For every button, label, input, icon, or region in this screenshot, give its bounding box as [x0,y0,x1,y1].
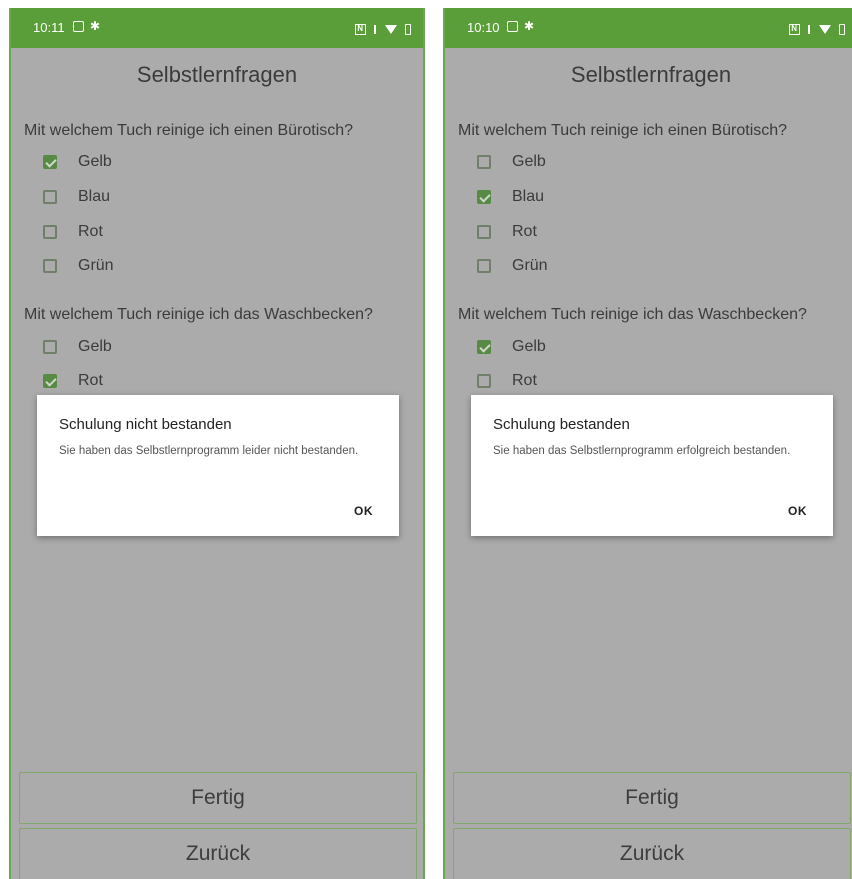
option-label: Grün [78,257,114,274]
checkbox[interactable] [477,340,491,354]
result-dialog: Schulung nicht bestanden Sie haben das S… [37,395,399,536]
phone-screen-passed: 10:10 ✱ N Selbstlernfragen Mit welchem T… [443,8,852,879]
option-label: Rot [78,372,103,389]
q1-option-rot[interactable]: Rot [43,220,103,244]
option-label: Blau [78,188,111,205]
question-2: Mit welchem Tuch reinige ich das Waschbe… [24,306,373,323]
checkbox[interactable] [43,225,57,239]
checkbox[interactable] [477,190,491,204]
alert-icon [374,25,377,35]
done-button[interactable]: Fertig [453,772,851,824]
result-dialog: Schulung bestanden Sie haben das Selbstl… [471,395,833,536]
back-button[interactable]: Zurück [19,828,417,879]
question-1: Mit welchem Tuch reinige ich einen Bürot… [458,122,788,139]
wifi-icon [818,25,831,35]
checkbox[interactable] [43,340,57,354]
option-label: Gelb [512,153,546,170]
calendar-icon [507,21,518,32]
q1-option-rot[interactable]: Rot [477,220,537,244]
status-time: 10:10 [467,20,500,35]
done-button[interactable]: Fertig [19,772,417,824]
q2-option-gelb[interactable]: Gelb [43,335,112,359]
dialog-title: Schulung bestanden [493,416,630,433]
wifi-icon [384,25,397,35]
status-time: 10:11 [33,20,65,35]
q1-option-gelb[interactable]: Gelb [43,150,112,174]
checkbox[interactable] [43,155,57,169]
checkbox[interactable] [477,374,491,388]
page-title: Selbstlernfragen [136,62,298,87]
status-bar: 10:10 ✱ N [445,8,852,48]
option-label: Blau [512,188,545,205]
q1-option-gruen[interactable]: Grün [477,254,548,278]
dialog-message: Sie haben das Selbstlernprogramm erfolgr… [493,445,791,457]
q1-option-blau[interactable]: Blau [43,185,110,209]
option-label: Rot [512,223,537,240]
option-label: Rot [512,372,537,389]
back-button[interactable]: Zurück [453,828,851,879]
calendar-icon [73,21,84,32]
phone-screen-failed: 10:11 ✱ N Selbstlernfragen Mit welchem T… [9,8,425,879]
checkbox[interactable] [477,155,491,169]
gear-icon: ✱ [524,19,535,33]
q2-option-rot[interactable]: Rot [477,369,537,393]
option-label: Rot [78,223,103,240]
nfc-icon: N [354,24,366,36]
checkbox[interactable] [477,225,491,239]
option-label: Gelb [512,338,546,355]
question-1: Mit welchem Tuch reinige ich einen Bürot… [24,122,354,139]
system-icons: N [785,21,845,36]
checkbox[interactable] [43,259,57,273]
question-2: Mit welchem Tuch reinige ich das Waschbe… [458,306,807,323]
status-bar: 10:11 ✱ N [11,8,423,48]
system-icons: N [351,21,411,36]
q2-option-gelb[interactable]: Gelb [477,335,546,359]
nfc-icon: N [788,24,800,36]
battery-icon [839,24,845,36]
q1-option-gruen[interactable]: Grün [43,254,114,278]
gear-icon: ✱ [90,19,101,33]
q1-option-gelb[interactable]: Gelb [477,150,546,174]
checkbox[interactable] [43,190,57,204]
dialog-title: Schulung nicht bestanden [59,416,232,433]
q2-option-rot[interactable]: Rot [43,369,103,393]
q1-option-blau[interactable]: Blau [477,185,544,209]
option-label: Gelb [78,338,112,355]
checkbox[interactable] [477,259,491,273]
battery-icon [405,24,411,36]
ok-button[interactable]: OK [788,504,807,518]
dialog-message: Sie haben das Selbstlernprogramm leider … [59,445,359,457]
page-title: Selbstlernfragen [570,62,732,87]
option-label: Grün [512,257,548,274]
option-label: Gelb [78,153,112,170]
ok-button[interactable]: OK [354,504,373,518]
checkbox[interactable] [43,374,57,388]
alert-icon [808,25,811,35]
